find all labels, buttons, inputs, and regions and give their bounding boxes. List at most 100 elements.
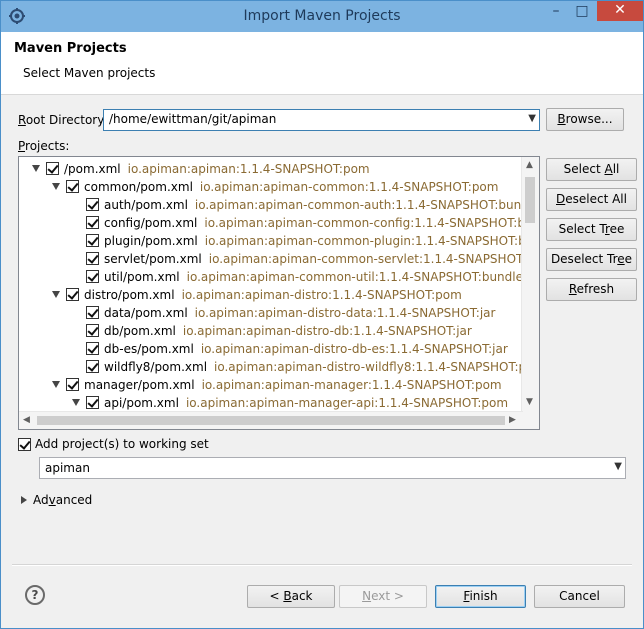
tree-expand-icon[interactable]	[72, 399, 80, 406]
tree-row-checkbox[interactable]	[86, 270, 99, 283]
deselect-tree-post: e	[624, 252, 633, 266]
tree-row-coordinate: io.apiman:apiman-common-config:1.1.4-SNA…	[204, 216, 540, 230]
vertical-scrollbar[interactable]: ▲ ▼	[521, 157, 539, 429]
scroll-left-icon[interactable]: ◀	[23, 415, 30, 425]
root-directory-combo[interactable]: /home/ewittman/git/apiman ▼	[103, 109, 540, 131]
refresh-mnemonic: R	[568, 282, 577, 296]
projects-tree[interactable]: /pom.xml io.apiman:apiman:1.1.4-SNAPSHOT:…	[18, 156, 540, 430]
tree-row-path: servlet/pom.xml	[104, 252, 202, 266]
refresh-button[interactable]: Refresh	[546, 278, 637, 301]
back-mnemonic: B	[283, 589, 292, 603]
tree-row-coordinate: io.apiman:apiman:1.1.4-SNAPSHOT:pom	[127, 162, 370, 176]
projects-mnemonic: P	[18, 139, 26, 153]
advanced-mnemonic: v	[48, 493, 56, 507]
tree-row-coordinate: io.apiman:apiman-manager:1.1.4-SNAPSHOT:…	[201, 378, 502, 392]
finish-post: inish	[469, 589, 498, 603]
next-button[interactable]: Next >	[339, 585, 427, 608]
tree-row-path: common/pom.xml	[84, 180, 193, 194]
tree-row-checkbox[interactable]	[86, 234, 99, 247]
advanced-expander[interactable]: Advanced	[21, 493, 141, 509]
maximize-button[interactable]: □	[569, 1, 595, 23]
vertical-scroll-thumb[interactable]	[525, 177, 535, 223]
tree-row-checkbox[interactable]	[66, 378, 79, 391]
tree-row-checkbox[interactable]	[86, 252, 99, 265]
tree-row-coordinate: io.apiman:apiman-common-servlet:1.1.4-SN…	[208, 252, 540, 266]
tree-row[interactable]: util/pom.xml io.apiman:apiman-common-util…	[19, 268, 523, 286]
chevron-down-icon[interactable]: ▼	[614, 461, 622, 472]
wizard-header: Maven Projects Select Maven projects	[1, 32, 643, 95]
tree-row-path: plugin/pom.xml	[104, 234, 198, 248]
cancel-button[interactable]: Cancel	[534, 585, 625, 608]
tree-row-path: /pom.xml	[64, 162, 121, 176]
back-pre: <	[269, 589, 284, 603]
tree-row-path: distro/pom.xml	[84, 288, 175, 302]
select-all-button[interactable]: Select All	[546, 158, 637, 181]
add-to-working-set-checkbox[interactable]: Add project(s) to working set	[18, 437, 318, 455]
tree-row-checkbox[interactable]	[66, 288, 79, 301]
tree-row[interactable]: servlet/pom.xml io.apiman:apiman-common-s…	[19, 250, 539, 268]
tree-row[interactable]: plugin/pom.xml io.apiman:apiman-common-pl…	[19, 232, 539, 250]
deselect-tree-mnemonic: e	[617, 252, 625, 266]
root-directory-label: Root Directory:	[18, 113, 108, 127]
tree-row[interactable]: db-es/pom.xml io.apiman:apiman-distro-db-…	[19, 340, 523, 358]
tree-row-checkbox[interactable]	[86, 396, 99, 409]
scroll-right-icon[interactable]: ▶	[509, 415, 516, 425]
tree-row[interactable]: data/pom.xml io.apiman:apiman-distro-data…	[19, 304, 523, 322]
close-button[interactable]: ✕	[597, 1, 643, 21]
tree-row-coordinate: io.apiman:apiman-manager-api:1.1.4-SNAPS…	[185, 396, 509, 410]
deselect-tree-button[interactable]: Deselect Tree	[546, 248, 637, 271]
advanced-post: anced	[55, 493, 93, 507]
tree-row-checkbox[interactable]	[46, 162, 59, 175]
tree-row-path: manager/pom.xml	[84, 378, 195, 392]
minimize-button[interactable]: –	[543, 1, 569, 23]
tree-row[interactable]: /pom.xml io.apiman:apiman:1.1.4-SNAPSHOT:…	[19, 160, 523, 178]
tree-row[interactable]: manager/pom.xml io.apiman:apiman-manager:…	[19, 376, 523, 394]
tree-row-checkbox[interactable]	[86, 360, 99, 373]
tree-row[interactable]: api/pom.xml io.apiman:apiman-manager-api:…	[19, 394, 523, 412]
page-subtitle: Select Maven projects	[23, 66, 156, 80]
tree-expand-icon[interactable]	[32, 165, 40, 172]
tree-row-coordinate: io.apiman:apiman-common-plugin:1.1.4-SNA…	[204, 234, 540, 248]
tree-expand-icon[interactable]	[52, 381, 60, 388]
scroll-up-icon[interactable]: ▲	[526, 160, 533, 170]
tree-row[interactable]: config/pom.xml io.apiman:apiman-common-co…	[19, 214, 539, 232]
finish-button[interactable]: Finish	[435, 585, 526, 608]
tree-row[interactable]: auth/pom.xml io.apiman:apiman-common-auth…	[19, 196, 539, 214]
tree-row[interactable]: wildfly8/pom.xml io.apiman:apiman-distro-…	[19, 358, 539, 376]
horizontal-scrollbar[interactable]: ◀ ▶	[19, 411, 523, 429]
tree-row[interactable]: db/pom.xml io.apiman:apiman-distro-db:1.1…	[19, 322, 523, 340]
tree-row-coordinate: io.apiman:apiman-distro-data:1.1.4-SNAPS…	[194, 306, 496, 320]
deselect-all-mnemonic: D	[556, 192, 566, 206]
help-icon[interactable]: ?	[25, 585, 45, 605]
tree-row-coordinate: io.apiman:apiman-distro:1.1.4-SNAPSHOT:p…	[181, 288, 462, 302]
projects-label: Projects:	[18, 139, 69, 153]
back-post: ack	[291, 589, 313, 603]
working-set-combo[interactable]: apiman ▼	[39, 457, 626, 479]
tree-row-checkbox[interactable]	[86, 306, 99, 319]
root-directory-mnemonic: R	[18, 113, 26, 127]
tree-expand-icon[interactable]	[52, 291, 60, 298]
tree-row-checkbox[interactable]	[86, 216, 99, 229]
projects-label-text: rojects:	[25, 139, 70, 153]
horizontal-scroll-thumb[interactable]	[37, 416, 505, 425]
tree-row[interactable]: distro/pom.xml io.apiman:apiman-distro:1.…	[19, 286, 523, 304]
tree-row-coordinate: io.apiman:apiman-distro-db:1.1.4-SNAPSHO…	[182, 324, 472, 338]
advanced-pre: Ad	[33, 493, 49, 507]
tree-expand-icon[interactable]	[52, 183, 60, 190]
working-set-checkbox-box[interactable]	[18, 438, 31, 451]
tree-row-checkbox[interactable]	[66, 180, 79, 193]
next-post: ext >	[371, 589, 404, 603]
import-maven-projects-dialog: Import Maven Projects – □ ✕ Maven Projec…	[0, 0, 644, 629]
browse-button[interactable]: Browse...	[546, 108, 624, 131]
deselect-all-button[interactable]: Deselect All	[546, 188, 637, 211]
back-button[interactable]: < Back	[247, 585, 335, 608]
chevron-right-icon[interactable]	[21, 496, 27, 504]
tree-row[interactable]: common/pom.xml io.apiman:apiman-common:1.…	[19, 178, 523, 196]
select-tree-button[interactable]: Select Tree	[546, 218, 637, 241]
title-bar[interactable]: Import Maven Projects – □ ✕	[1, 1, 643, 32]
tree-row-checkbox[interactable]	[86, 342, 99, 355]
tree-row-checkbox[interactable]	[86, 198, 99, 211]
tree-row-checkbox[interactable]	[86, 324, 99, 337]
scroll-down-icon[interactable]: ▼	[526, 397, 533, 407]
chevron-down-icon[interactable]: ▼	[528, 113, 536, 124]
